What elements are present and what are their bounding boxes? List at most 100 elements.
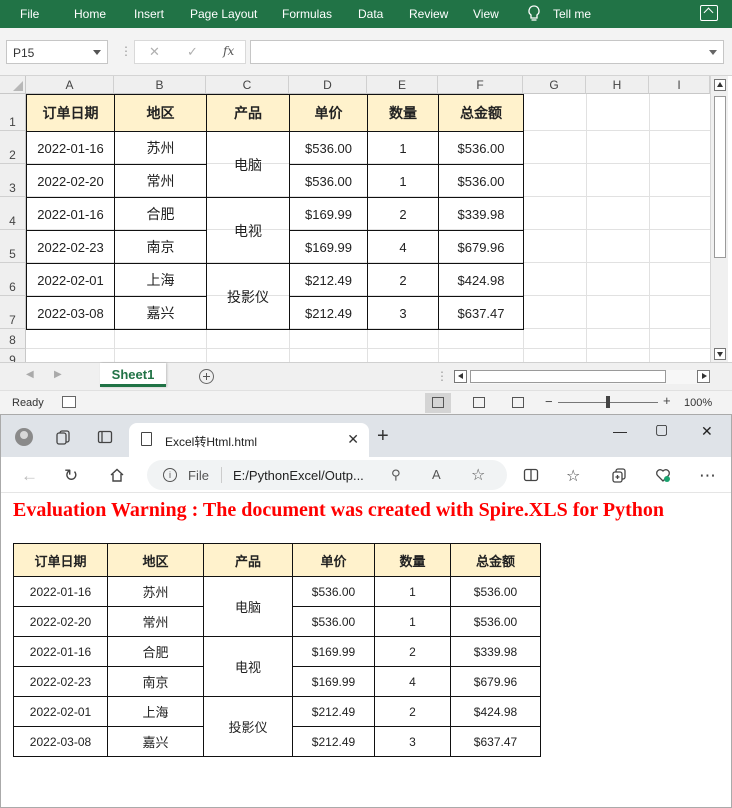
close-tab-icon[interactable]: ✕ xyxy=(347,431,359,448)
ribbon-tab-view[interactable]: View xyxy=(473,7,499,21)
column-header-c[interactable]: C xyxy=(206,76,289,94)
column-header-i[interactable]: I xyxy=(649,76,710,94)
cell[interactable]: 2 xyxy=(367,263,439,297)
cell[interactable]: $424.98 xyxy=(438,263,524,297)
row-header-7[interactable]: 7 xyxy=(0,296,26,329)
cell[interactable]: 2022-01-16 xyxy=(26,131,115,165)
tell-me-search[interactable]: Tell me xyxy=(553,7,591,21)
row-header-2[interactable]: 2 xyxy=(0,131,26,164)
info-icon[interactable]: i xyxy=(163,468,177,482)
column-header-h[interactable]: H xyxy=(586,76,649,94)
zoom-level[interactable]: 100% xyxy=(684,397,712,409)
next-sheet-icon[interactable]: ▶ xyxy=(54,369,62,380)
browser-tab[interactable]: Excel转Html.html ✕ xyxy=(129,423,369,457)
scroll-down-icon[interactable] xyxy=(714,348,726,360)
split-screen-icon[interactable] xyxy=(523,467,539,483)
zoom-in-button[interactable]: + xyxy=(663,393,671,408)
browser-essentials-icon[interactable] xyxy=(655,467,671,483)
favorite-star-icon[interactable]: ☆ xyxy=(471,465,485,485)
url-text[interactable]: E:/PythonExcel/Outp... xyxy=(233,468,364,483)
row-header-1[interactable]: 1 xyxy=(0,94,26,131)
column-header-d[interactable]: D xyxy=(289,76,367,94)
cell[interactable]: $169.99 xyxy=(289,197,368,231)
header-cell[interactable]: 单价 xyxy=(289,94,368,132)
normal-view-button[interactable] xyxy=(425,393,451,413)
maximize-icon[interactable]: ▢ xyxy=(655,421,668,438)
tab-splitter-icon[interactable]: ⋮ xyxy=(436,369,448,383)
scroll-left-icon[interactable] xyxy=(454,370,467,383)
scroll-thumb[interactable] xyxy=(714,96,726,258)
enter-check-icon[interactable]: ✓ xyxy=(187,44,198,60)
ribbon-tab-review[interactable]: Review xyxy=(409,7,448,21)
cell[interactable]: 苏州 xyxy=(114,131,207,165)
header-cell[interactable]: 订单日期 xyxy=(26,94,115,132)
cell[interactable]: $169.99 xyxy=(289,230,368,264)
header-cell[interactable]: 数量 xyxy=(367,94,439,132)
row-header-9[interactable]: 9 xyxy=(0,349,26,362)
cell[interactable]: $536.00 xyxy=(289,131,368,165)
row-header-5[interactable]: 5 xyxy=(0,230,26,263)
cell[interactable]: 常州 xyxy=(114,164,207,198)
formula-input[interactable] xyxy=(250,40,724,64)
cell[interactable]: 上海 xyxy=(114,263,207,297)
scroll-up-icon[interactable] xyxy=(714,79,726,91)
tab-actions-icon[interactable] xyxy=(97,429,113,445)
cell[interactable]: $339.98 xyxy=(438,197,524,231)
sheet-tab-sheet1[interactable]: Sheet1 xyxy=(100,363,166,387)
column-header-e[interactable]: E xyxy=(367,76,438,94)
cell[interactable]: $679.96 xyxy=(438,230,524,264)
name-box[interactable]: P15 xyxy=(6,40,108,64)
row-header-8[interactable]: 8 xyxy=(0,329,26,349)
row-header-4[interactable]: 4 xyxy=(0,197,26,230)
zoom-icon[interactable]: ⚲ xyxy=(391,467,401,483)
insert-function-button[interactable]: fx xyxy=(223,44,234,58)
more-options-icon[interactable]: ⋮ xyxy=(120,44,132,58)
ribbon-tab-data[interactable]: Data xyxy=(358,7,383,21)
back-icon[interactable]: ← xyxy=(21,466,38,486)
horizontal-scrollbar[interactable] xyxy=(454,370,710,384)
header-cell[interactable]: 地区 xyxy=(114,94,207,132)
cell[interactable]: 1 xyxy=(367,164,439,198)
add-sheet-icon[interactable] xyxy=(199,369,214,384)
cell[interactable]: 3 xyxy=(367,296,439,330)
cell[interactable]: 2022-02-20 xyxy=(26,164,115,198)
cancel-icon[interactable]: ✕ xyxy=(149,44,160,60)
cell[interactable]: 2022-02-01 xyxy=(26,263,115,297)
new-tab-icon[interactable]: + xyxy=(377,426,389,446)
column-header-a[interactable]: A xyxy=(26,76,114,94)
collapse-ribbon-button[interactable] xyxy=(700,5,718,21)
cell[interactable]: $212.49 xyxy=(289,263,368,297)
header-cell[interactable]: 总金额 xyxy=(438,94,524,132)
cell[interactable]: 嘉兴 xyxy=(114,296,207,330)
expand-formula-icon[interactable] xyxy=(709,50,717,55)
prev-sheet-icon[interactable]: ◀ xyxy=(26,369,34,380)
cell[interactable]: 2022-01-16 xyxy=(26,197,115,231)
cell[interactable]: $536.00 xyxy=(438,164,524,198)
cell[interactable]: 2022-03-08 xyxy=(26,296,115,330)
scroll-thumb[interactable] xyxy=(470,370,666,383)
ribbon-tab-home[interactable]: Home xyxy=(74,7,106,21)
more-menu-icon[interactable]: ⋯ xyxy=(699,466,716,486)
collections-add-icon[interactable] xyxy=(611,467,627,483)
merged-cell[interactable]: 投影仪 xyxy=(206,263,290,330)
cell[interactable]: 2 xyxy=(367,197,439,231)
ribbon-tab-insert[interactable]: Insert xyxy=(134,7,164,21)
cell[interactable]: 南京 xyxy=(114,230,207,264)
zoom-slider-thumb[interactable] xyxy=(606,396,610,408)
url-bar[interactable]: i File E:/PythonExcel/Outp... ⚲ A ☆ xyxy=(147,460,507,490)
refresh-icon[interactable]: ↻ xyxy=(64,466,78,486)
close-window-icon[interactable]: ✕ xyxy=(701,423,713,440)
profile-avatar-icon[interactable] xyxy=(15,428,33,446)
ribbon-tab-formulas[interactable]: Formulas xyxy=(282,7,332,21)
cell[interactable]: 2022-02-23 xyxy=(26,230,115,264)
minimize-icon[interactable]: — xyxy=(613,423,627,439)
macro-record-icon[interactable] xyxy=(62,396,76,408)
row-header-3[interactable]: 3 xyxy=(0,164,26,197)
cell[interactable]: 合肥 xyxy=(114,197,207,231)
cell[interactable]: $212.49 xyxy=(289,296,368,330)
cell[interactable]: $637.47 xyxy=(438,296,524,330)
page-layout-view-button[interactable] xyxy=(466,393,492,413)
chevron-down-icon[interactable] xyxy=(93,50,101,55)
ribbon-tab-page-layout[interactable]: Page Layout xyxy=(190,7,257,21)
merged-cell[interactable]: 电视 xyxy=(206,197,290,264)
